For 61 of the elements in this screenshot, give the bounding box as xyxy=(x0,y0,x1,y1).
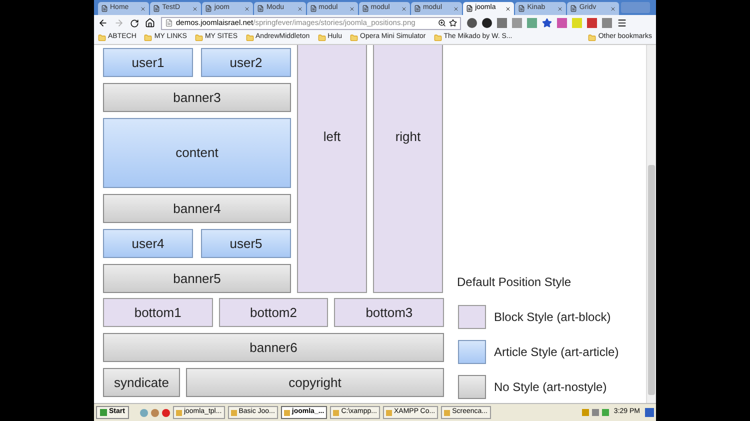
page-icon xyxy=(570,5,578,12)
block-position: bottom1 xyxy=(103,298,213,327)
legend-label: No Style (art-nostyle) xyxy=(494,378,607,396)
nostyle-position: banner4 xyxy=(103,194,291,223)
close-icon[interactable] xyxy=(244,6,250,12)
folder-icon xyxy=(350,34,358,42)
close-icon[interactable] xyxy=(453,6,460,12)
folder-icon xyxy=(434,34,442,42)
folder-icon xyxy=(98,34,106,42)
star-icon[interactable] xyxy=(542,18,552,28)
nostyle-position: banner5 xyxy=(103,264,291,293)
legend-swatch xyxy=(458,340,486,364)
block-position: bottom3 xyxy=(334,298,444,327)
star-icon[interactable] xyxy=(449,19,457,27)
nostyle-position: banner3 xyxy=(103,83,291,112)
article-position: content xyxy=(103,118,291,188)
folder-icon xyxy=(144,34,152,42)
close-icon[interactable] xyxy=(610,6,616,12)
folder-icon xyxy=(246,34,254,42)
nostyle-position: syndicate xyxy=(103,368,180,397)
home-icon[interactable] xyxy=(145,18,155,28)
article-position: user5 xyxy=(201,229,291,258)
page-icon xyxy=(257,5,264,12)
close-icon[interactable] xyxy=(557,6,564,12)
legend-label: Block Style (art-block) xyxy=(494,308,611,326)
windows-logo-icon xyxy=(100,409,107,416)
legend-swatch xyxy=(458,304,486,328)
reload-icon[interactable] xyxy=(130,18,139,28)
article-position: user2 xyxy=(201,48,291,77)
legend-title: Default Position Style xyxy=(457,274,572,291)
page-icon xyxy=(165,19,173,27)
folder-icon xyxy=(194,34,203,42)
nostyle-position: copyright xyxy=(186,368,444,397)
page-icon xyxy=(310,5,317,12)
close-icon[interactable] xyxy=(400,6,407,12)
page-icon xyxy=(153,5,160,12)
page-icon xyxy=(414,5,421,12)
close-icon[interactable] xyxy=(192,6,198,12)
article-position: user1 xyxy=(103,48,193,77)
legend-label: Article Style (art-article) xyxy=(494,344,619,360)
page-icon xyxy=(101,5,108,12)
nostyle-position: banner6 xyxy=(103,333,444,362)
close-icon[interactable] xyxy=(140,6,146,12)
page-icon xyxy=(518,5,526,12)
close-icon[interactable] xyxy=(348,6,355,12)
block-position: right xyxy=(373,45,443,293)
close-icon[interactable] xyxy=(505,6,512,12)
block-position: left xyxy=(297,45,367,293)
menu-icon[interactable] xyxy=(617,18,627,28)
folder-icon xyxy=(318,34,326,42)
zoom-icon[interactable] xyxy=(438,19,446,27)
legend-swatch xyxy=(458,374,486,398)
page-icon xyxy=(205,5,212,12)
article-position: user4 xyxy=(103,229,193,258)
close-icon[interactable] xyxy=(296,6,303,12)
page-icon xyxy=(362,5,369,12)
folder-icon xyxy=(588,34,596,42)
block-position: bottom2 xyxy=(218,298,328,327)
page-icon xyxy=(466,5,474,12)
scrollbar[interactable] xyxy=(646,45,656,403)
back-icon[interactable] xyxy=(98,18,108,28)
